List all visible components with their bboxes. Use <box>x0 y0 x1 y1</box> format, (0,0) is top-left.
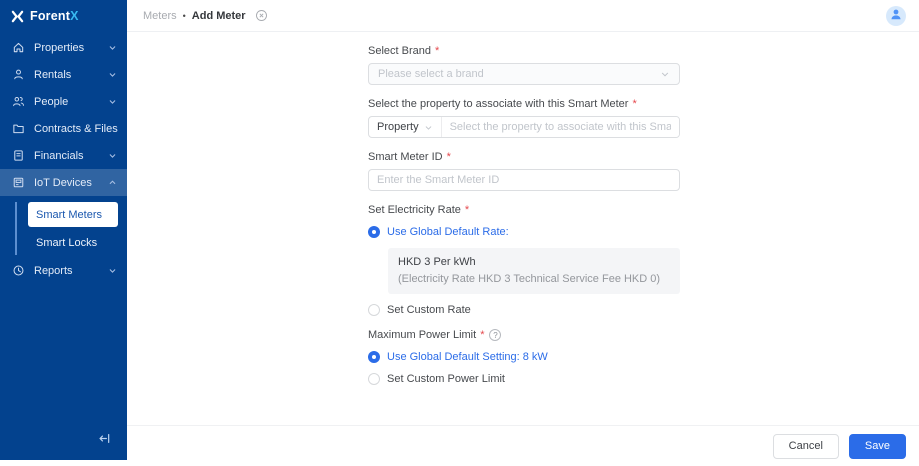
required-asterisk: * <box>435 45 439 57</box>
property-search-input[interactable] <box>442 117 679 137</box>
chevron-down-icon <box>108 97 117 106</box>
brand-name: ForentX <box>30 9 79 23</box>
sidebar-item-label: Financials <box>34 150 99 162</box>
content-area: Select Brand* Please select a brand Sele… <box>127 32 919 425</box>
meter-icon <box>12 176 25 189</box>
close-circle-icon[interactable] <box>255 9 268 22</box>
topbar: Meters • Add Meter <box>127 0 919 32</box>
chevron-down-icon <box>108 70 117 79</box>
brand-x-icon <box>11 10 24 23</box>
sidebar-item-reports[interactable]: Reports <box>0 257 127 284</box>
sidebar-item-label: Rentals <box>34 69 99 81</box>
clock-icon <box>12 264 25 277</box>
home-icon <box>12 41 25 54</box>
required-asterisk: * <box>465 204 469 216</box>
breadcrumb: Meters • Add Meter <box>143 9 268 22</box>
sidebar-item-label: Properties <box>34 42 99 54</box>
sidebar-item-rentals[interactable]: Rentals <box>0 61 127 88</box>
default-rate-detail: (Electricity Rate HKD 3 Technical Servic… <box>398 271 670 288</box>
sidebar: ForentX Properties Rentals People Contra… <box>0 0 127 460</box>
select-arrow-icon <box>660 69 670 79</box>
collapse-sidebar-icon <box>98 432 111 448</box>
radio-unselected-icon[interactable] <box>368 304 380 316</box>
app-root: ForentX Properties Rentals People Contra… <box>0 0 919 466</box>
sidebar-item-label: Reports <box>34 265 99 277</box>
user-icon <box>889 7 903 24</box>
sidebar-nav: Properties Rentals People Contracts & Fi… <box>0 34 127 284</box>
property-label: Select the property to associate with th… <box>368 98 680 110</box>
person-icon <box>12 68 25 81</box>
form-footer: Cancel Save <box>127 425 919 466</box>
save-button[interactable]: Save <box>849 434 906 459</box>
document-icon <box>12 149 25 162</box>
set-custom-rate-option[interactable]: Set Custom Rate <box>368 304 680 316</box>
breadcrumb-current: Add Meter <box>192 10 246 22</box>
radio-label: Use Global Default Rate: <box>387 226 509 238</box>
sidebar-item-label: Contracts & Files <box>34 123 118 135</box>
cancel-button[interactable]: Cancel <box>773 434 839 459</box>
radio-selected-icon[interactable] <box>368 226 380 238</box>
sub-item-label: Smart Meters <box>36 209 102 221</box>
radio-selected-icon[interactable] <box>368 351 380 363</box>
meter-id-input[interactable] <box>368 169 680 191</box>
radio-label: Set Custom Power Limit <box>387 373 505 385</box>
brand-logo[interactable]: ForentX <box>0 0 127 32</box>
chevron-down-icon <box>108 151 117 160</box>
property-type-select[interactable]: Property <box>369 117 442 137</box>
people-icon <box>12 95 25 108</box>
sidebar-item-iot-devices[interactable]: IoT Devices <box>0 169 127 196</box>
breadcrumb-separator: • <box>183 11 186 21</box>
sidebar-item-label: IoT Devices <box>34 177 99 189</box>
iot-devices-submenu: Smart Meters Smart Locks <box>15 202 127 255</box>
sidebar-item-contracts-files[interactable]: Contracts & Files <box>0 115 127 142</box>
required-asterisk: * <box>480 329 484 341</box>
brand-select[interactable]: Please select a brand <box>368 63 680 85</box>
breadcrumb-parent[interactable]: Meters <box>143 10 177 22</box>
sidebar-item-financials[interactable]: Financials <box>0 142 127 169</box>
property-type-label: Property <box>377 121 419 133</box>
default-rate-title: HKD 3 Per kWh <box>398 254 670 271</box>
add-meter-form: Select Brand* Please select a brand Sele… <box>368 45 680 385</box>
main-area: Meters • Add Meter Select Brand* Please … <box>127 0 919 466</box>
sub-item-label: Smart Locks <box>36 237 97 249</box>
property-field-group: Property <box>368 116 680 138</box>
set-custom-power-limit-option[interactable]: Set Custom Power Limit <box>368 373 680 385</box>
radio-label: Use Global Default Setting: 8 kW <box>387 351 548 363</box>
radio-unselected-icon[interactable] <box>368 373 380 385</box>
use-global-default-rate-option[interactable]: Use Global Default Rate: <box>368 226 680 238</box>
brand-select-placeholder: Please select a brand <box>378 68 484 80</box>
sidebar-item-smart-locks[interactable]: Smart Locks <box>28 230 118 255</box>
sidebar-item-smart-meters[interactable]: Smart Meters <box>28 202 118 227</box>
use-global-default-power-option[interactable]: Use Global Default Setting: 8 kW <box>368 351 680 363</box>
folder-icon <box>12 122 25 135</box>
brand-label: Select Brand* <box>368 45 680 57</box>
question-circle-icon[interactable] <box>489 329 501 341</box>
chevron-down-icon <box>108 266 117 275</box>
required-asterisk: * <box>447 151 451 163</box>
user-avatar[interactable] <box>886 6 906 26</box>
chevron-down-icon <box>108 43 117 52</box>
sidebar-item-properties[interactable]: Properties <box>0 34 127 61</box>
sidebar-item-people[interactable]: People <box>0 88 127 115</box>
default-rate-info-box: HKD 3 Per kWh (Electricity Rate HKD 3 Te… <box>388 248 680 294</box>
meter-id-label: Smart Meter ID* <box>368 151 680 163</box>
radio-label: Set Custom Rate <box>387 304 471 316</box>
select-arrow-icon <box>424 123 433 132</box>
required-asterisk: * <box>632 98 636 110</box>
electricity-rate-label: Set Electricity Rate* <box>368 204 680 216</box>
sidebar-item-label: People <box>34 96 99 108</box>
chevron-up-icon <box>108 178 117 187</box>
collapse-sidebar-button[interactable] <box>98 432 127 460</box>
power-limit-label: Maximum Power Limit* <box>368 329 680 341</box>
